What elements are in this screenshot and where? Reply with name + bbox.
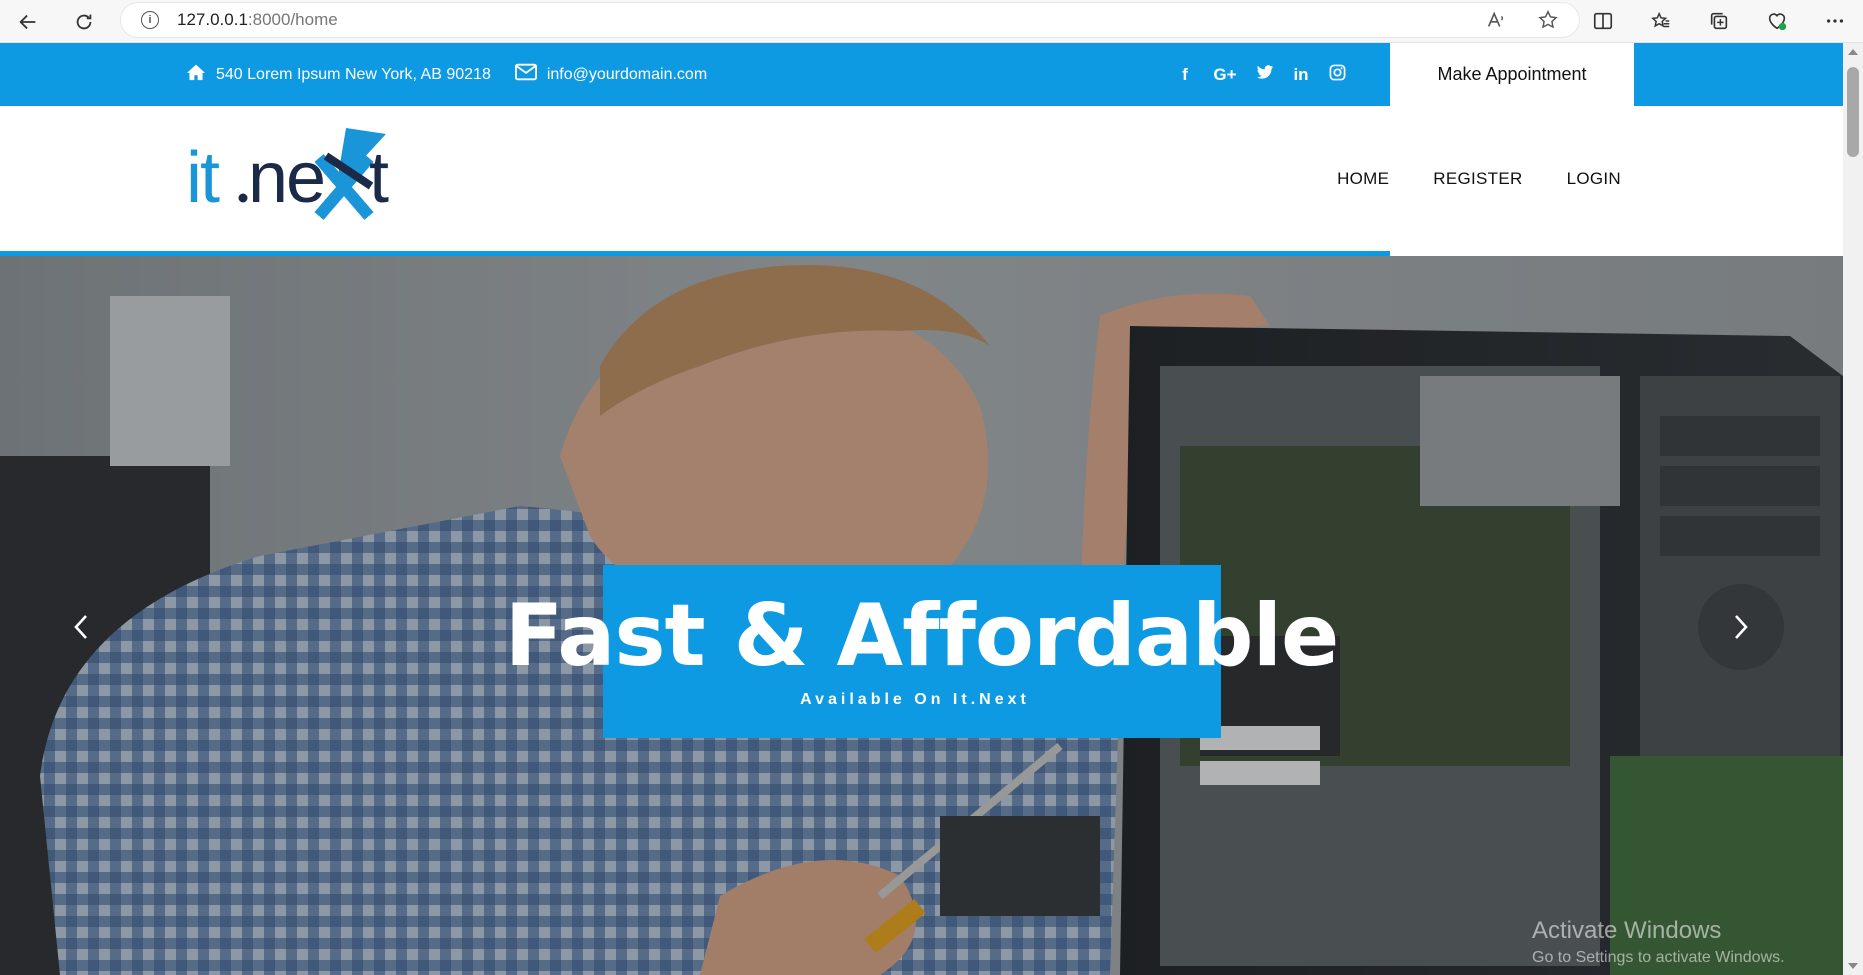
read-aloud-icon[interactable] [1485, 9, 1507, 36]
page-viewport: 540 Lorem Ipsum New York, AB 90218 info@… [0, 43, 1843, 975]
hero-subtitle: Available On It.Next [800, 691, 1030, 708]
email-item[interactable]: info@yourdomain.com [514, 63, 708, 86]
address-text: 540 Lorem Ipsum New York, AB 90218 [216, 65, 491, 83]
menu-home[interactable]: HOME [1337, 169, 1389, 189]
scroll-down-icon[interactable] [1848, 963, 1858, 969]
hero-slider: Fast & Affordable Available On It.Next A… [0, 256, 1843, 975]
chevron-right-icon [1735, 615, 1748, 639]
collections-icon[interactable] [1701, 3, 1737, 39]
more-icon[interactable] [1817, 3, 1853, 39]
hero-title: Fast & Affordable [504, 586, 1340, 686]
instagram-icon[interactable] [1328, 64, 1346, 86]
windows-watermark: Activate Windows Go to Settings to activ… [1532, 917, 1785, 967]
top-info-bar: 540 Lorem Ipsum New York, AB 90218 info@… [0, 43, 1843, 106]
svg-text:t: t [369, 138, 389, 218]
favorite-star-icon[interactable] [1537, 9, 1559, 36]
url-path: :8000/home [247, 10, 338, 29]
address-item: 540 Lorem Ipsum New York, AB 90218 [186, 63, 491, 86]
menu-register[interactable]: REGISTER [1433, 169, 1522, 189]
social-links: f G+ in [1176, 43, 1346, 106]
twitter-icon[interactable] [1256, 64, 1274, 85]
health-icon[interactable] [1759, 3, 1795, 39]
browser-toolbar: i 127.0.0.1:8000/home [0, 0, 1863, 43]
split-screen-icon[interactable] [1585, 3, 1621, 39]
address-bar[interactable]: i 127.0.0.1:8000/home [120, 2, 1580, 38]
back-icon[interactable] [8, 2, 48, 42]
favorites-icon[interactable] [1643, 3, 1679, 39]
envelope-icon [514, 63, 537, 86]
watermark-line1: Activate Windows [1532, 917, 1722, 944]
linkedin-icon[interactable]: in [1292, 65, 1310, 85]
refresh-icon[interactable] [64, 2, 104, 42]
main-menu: HOME REGISTER LOGIN [1337, 106, 1621, 252]
scroll-thumb[interactable] [1847, 67, 1859, 157]
carousel-next-button[interactable] [1698, 584, 1784, 670]
watermark-line2: Go to Settings to activate Windows. [1532, 949, 1785, 966]
carousel-prev-button[interactable] [38, 584, 124, 670]
site-header: it ne t HOME REGISTER LOGIN [0, 106, 1843, 252]
chevron-left-icon [74, 615, 87, 639]
page-scrollbar[interactable] [1843, 43, 1863, 975]
scroll-up-icon[interactable] [1848, 49, 1858, 55]
home-icon [186, 63, 206, 86]
info-icon[interactable]: i [141, 11, 159, 29]
make-appointment-button[interactable]: Make Appointment [1390, 43, 1634, 106]
site-logo[interactable]: it ne t [186, 126, 426, 226]
url-host: 127.0.0.1 [177, 10, 248, 29]
svg-text:it: it [186, 138, 220, 218]
email-text: info@yourdomain.com [546, 65, 708, 83]
google-plus-icon[interactable]: G+ [1212, 65, 1238, 85]
facebook-icon[interactable]: f [1176, 65, 1194, 85]
svg-text:ne: ne [248, 138, 324, 218]
menu-login[interactable]: LOGIN [1567, 169, 1621, 189]
